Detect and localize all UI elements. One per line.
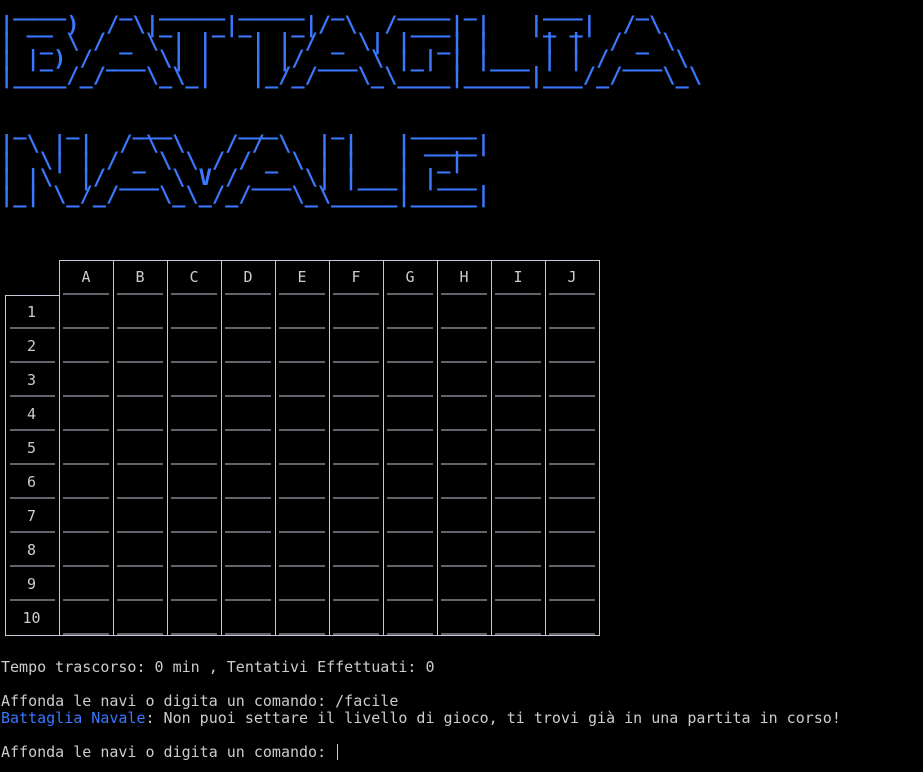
row-label-6: 6: [27, 473, 36, 491]
column-header-f: F: [351, 268, 360, 286]
game-board[interactable]: A B C D E F G H I J 1 2 3 4 5 6 7 8 9 10: [5, 260, 605, 640]
row-label-1: 1: [27, 303, 36, 321]
prompt-text: Affonda le navi o digita un comando:: [1, 743, 336, 761]
column-header-c: C: [189, 268, 198, 286]
command-input-line[interactable]: Affonda le navi o digita un comando:: [1, 743, 339, 761]
app-name-label: Battaglia Navale: [1, 709, 146, 727]
row-label-4: 4: [27, 405, 36, 423]
column-header-j: J: [567, 268, 576, 286]
row-label-10: 10: [22, 609, 40, 627]
row-label-3: 3: [27, 371, 36, 389]
column-header-g: G: [405, 268, 414, 286]
console-line-2: Battaglia Navale: Non puoi settare il li…: [1, 710, 841, 727]
entered-command: /facile: [335, 692, 399, 710]
row-label-2: 2: [27, 337, 36, 355]
status-line: Tempo trascorso: 0 min , Tentativi Effet…: [1, 658, 435, 676]
console-line-1: Affonda le navi o digita un comando: /fa…: [1, 693, 398, 710]
row-label-5: 5: [27, 439, 36, 457]
error-message: : Non puoi settare il livello di gioco, …: [145, 709, 841, 727]
prompt-text: Affonda le navi o digita un comando:: [1, 692, 336, 710]
ascii-title-battaglia-navale: ____ _ _____ _____ _ ____ _ ___ _ | __ )…: [0, 0, 702, 208]
column-header-d: D: [243, 268, 252, 286]
column-header-b: B: [135, 268, 144, 286]
row-label-7: 7: [27, 507, 36, 525]
column-header-e: E: [297, 268, 306, 286]
row-label-8: 8: [27, 541, 36, 559]
text-cursor[interactable]: [337, 744, 339, 760]
column-header-a: A: [81, 268, 90, 286]
row-label-9: 9: [27, 575, 36, 593]
column-header-h: H: [459, 268, 468, 286]
column-header-i: I: [513, 268, 522, 286]
